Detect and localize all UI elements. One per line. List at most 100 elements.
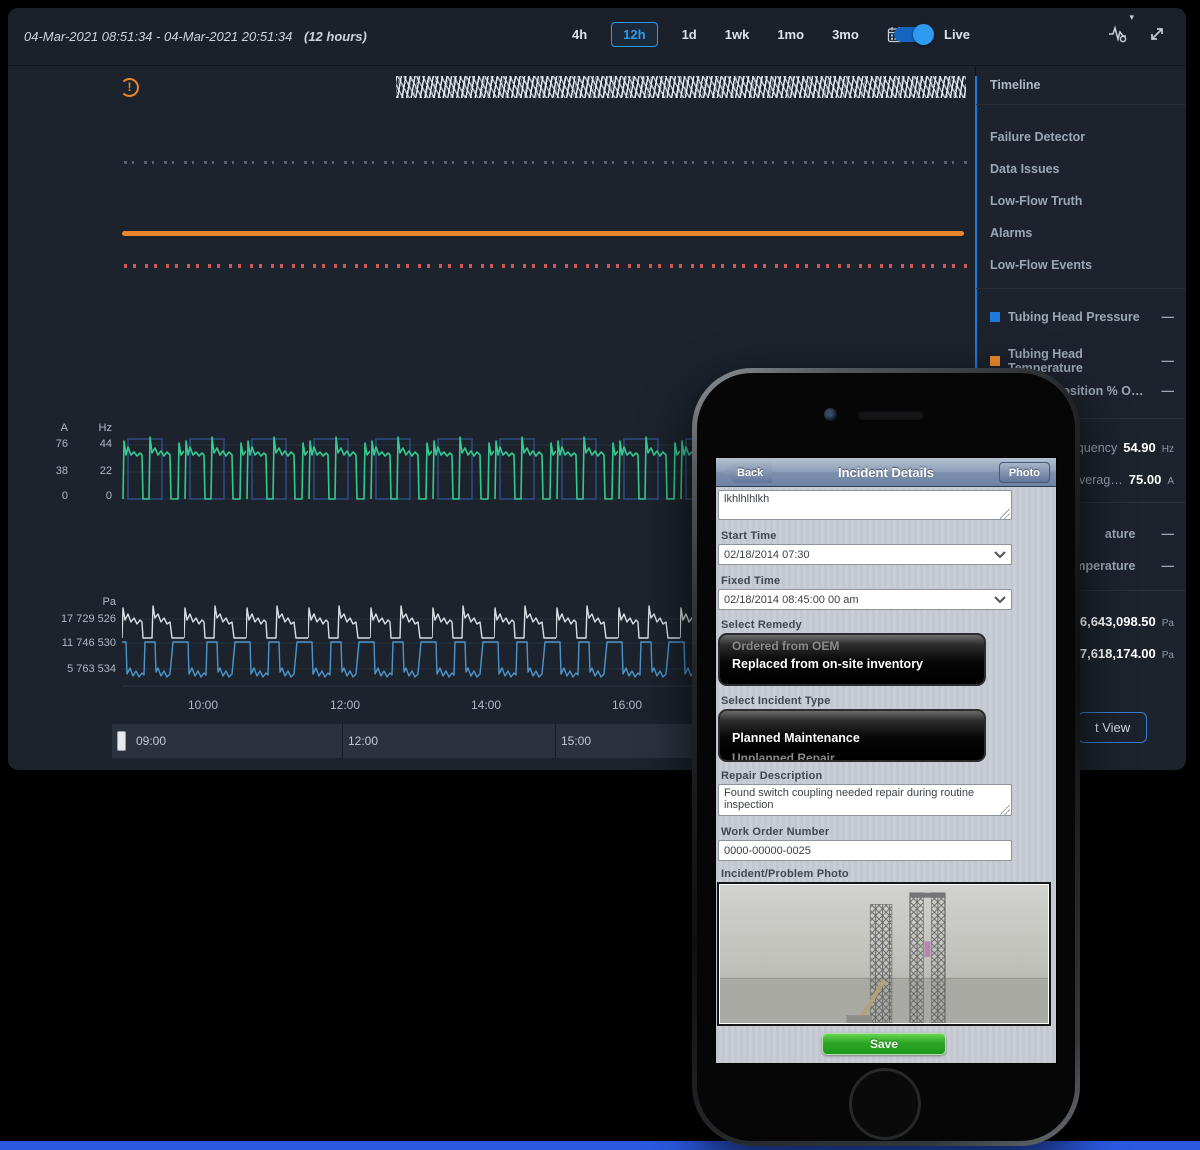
scrollbar-tick: 12:00: [348, 724, 378, 758]
reading-value: 75.00: [1129, 472, 1162, 487]
trend-icon: [1108, 32, 1130, 47]
expand-icon: [1148, 31, 1166, 46]
phone-nav-bar: Back Incident Details Photo: [716, 458, 1056, 487]
divider: [976, 104, 1186, 105]
scrollbar-tick: 15:00: [561, 724, 591, 758]
top-bar: 04-Mar-2021 08:51:34 - 04-Mar-2021 20:51…: [8, 8, 1186, 66]
scrollbar-divider: [555, 724, 556, 758]
freq-axis-title: Hz: [82, 422, 112, 434]
live-control: Live: [894, 27, 970, 42]
range-start-handle[interactable]: [117, 731, 126, 751]
photo-button[interactable]: Photo: [999, 462, 1050, 483]
sidebar-item-alarms[interactable]: Alarms: [990, 226, 1174, 240]
remedy-option-selected[interactable]: Replaced from on-site inventory: [732, 657, 923, 671]
chevron-down-icon[interactable]: [994, 551, 1006, 559]
phone-mockup: Back Incident Details Photo lkhlhlhlkh S…: [692, 368, 1080, 1146]
date-range-text: 04-Mar-2021 08:51:34 - 04-Mar-2021 20:51…: [24, 29, 292, 44]
collapse-icon[interactable]: —: [1162, 384, 1175, 398]
reading-value: 6,643,098.50: [1080, 614, 1156, 629]
top-bar-icons: ▾: [1108, 24, 1166, 44]
pressure-axis-title: Pa: [68, 596, 116, 608]
remedy-option[interactable]: Ordered from OEM: [732, 639, 839, 653]
time-range-button-12h[interactable]: 12h: [611, 22, 657, 47]
notes-textarea[interactable]: lkhlhlhlkh: [718, 490, 1012, 520]
alarms-line: [122, 231, 964, 236]
amp-axis-tick: 38: [36, 465, 68, 477]
time-range-button-1d[interactable]: 1d: [678, 22, 701, 47]
incident-type-option-selected[interactable]: Planned Maintenance: [732, 731, 860, 745]
time-range-button-1wk[interactable]: 1wk: [721, 22, 754, 47]
pressure-axis-tick: 5 763 534: [28, 663, 116, 675]
phone-screen: Back Incident Details Photo lkhlhlhlkh S…: [716, 458, 1056, 1063]
live-toggle-knob: [913, 24, 934, 45]
reading-unit: A: [1167, 476, 1174, 487]
view-button[interactable]: t View: [1078, 712, 1147, 743]
phone-speaker: [858, 410, 924, 419]
collapse-icon[interactable]: —: [1162, 354, 1175, 368]
phone-camera: [824, 408, 837, 421]
select-incident-type-label: Select Incident Type: [721, 695, 831, 707]
time-range-button-3mo[interactable]: 3mo: [828, 22, 863, 47]
legend-tubing-head-pressure[interactable]: Tubing Head Pressure —: [990, 310, 1174, 324]
series-color-swatch: [990, 312, 1000, 322]
timeline-event-band: [396, 76, 966, 98]
date-range-duration: (12 hours): [304, 29, 367, 44]
select-remedy-label: Select Remedy: [721, 619, 802, 631]
start-time-label: Start Time: [721, 530, 777, 542]
sidebar-item-data-issues[interactable]: Data Issues: [990, 162, 1174, 176]
incident-type-option[interactable]: Unplanned Repair: [732, 751, 835, 762]
x-axis-tick: 10:00: [181, 698, 225, 712]
save-button[interactable]: Save: [822, 1033, 946, 1055]
series-color-swatch: [990, 356, 1000, 366]
x-axis-tick: 16:00: [605, 698, 649, 712]
incident-photo[interactable]: [717, 882, 1051, 1026]
pressure-axis-tick: 17 729 526: [28, 613, 116, 625]
collapse-icon[interactable]: —: [1162, 527, 1175, 541]
low-flow-event-markers: [124, 264, 968, 268]
page: 04-Mar-2021 08:51:34 - 04-Mar-2021 20:51…: [0, 0, 1200, 1150]
work-order-label: Work Order Number: [721, 826, 829, 838]
chevron-down-icon[interactable]: [994, 596, 1006, 604]
legend-label: Tubing Head Pressure: [1008, 310, 1140, 324]
remedy-picker[interactable]: Ordered from OEM Replaced from on-site i…: [718, 633, 986, 686]
sidebar-item-low-flow-events[interactable]: Low-Flow Events: [990, 258, 1174, 272]
resize-grip-icon[interactable]: [1000, 805, 1010, 815]
repair-description-label: Repair Description: [721, 770, 822, 782]
x-axis-tick: 14:00: [464, 698, 508, 712]
freq-axis-tick: 22: [82, 465, 112, 477]
scrollbar-tick: 09:00: [136, 724, 166, 758]
work-order-input[interactable]: [718, 840, 1012, 861]
trend-options-button[interactable]: ▾: [1108, 24, 1130, 44]
repair-description-textarea[interactable]: Found switch coupling needed repair duri…: [718, 784, 1012, 816]
sidebar-item-failure-detector[interactable]: Failure Detector: [990, 130, 1174, 144]
resize-grip-icon[interactable]: [1000, 509, 1010, 519]
time-range-button-1mo[interactable]: 1mo: [773, 22, 808, 47]
sidebar-item-low-flow-truth[interactable]: Low-Flow Truth: [990, 194, 1174, 208]
live-toggle[interactable]: [894, 27, 932, 42]
scrollbar-divider: [342, 724, 343, 758]
time-range-button-4h[interactable]: 4h: [568, 22, 591, 47]
amp-axis-tick: 76: [36, 438, 68, 450]
phone-home-button[interactable]: [849, 1068, 921, 1140]
fixed-time-label: Fixed Time: [721, 575, 780, 587]
reading-unit: Pa: [1162, 650, 1174, 661]
reading-unit: Pa: [1162, 618, 1174, 629]
collapse-icon[interactable]: —: [1162, 310, 1175, 324]
incident-type-picker[interactable]: Planned Maintenance Unplanned Repair: [718, 709, 986, 762]
expand-button[interactable]: [1148, 25, 1166, 43]
pressure-axis-tick: 11 746 530: [28, 637, 116, 649]
fixed-time-input[interactable]: [718, 589, 1012, 610]
sidebar-item-timeline[interactable]: Timeline: [990, 78, 1174, 92]
reading-value: 54.90: [1123, 440, 1156, 455]
reading-value: 17,618,174.00: [1073, 646, 1156, 661]
amp-axis-tick: 0: [36, 490, 68, 502]
divider: [976, 288, 1186, 289]
legend-label: ature: [1105, 527, 1136, 541]
offshore-rig-photo: [720, 885, 1048, 1023]
date-range: 04-Mar-2021 08:51:34 - 04-Mar-2021 20:51…: [24, 29, 367, 44]
collapse-icon[interactable]: —: [1162, 559, 1175, 573]
start-time-input[interactable]: [718, 544, 1012, 565]
x-axis-tick: 12:00: [323, 698, 367, 712]
incident-form: lkhlhlhlkh Start Time Fixed Time Select …: [716, 487, 1056, 1063]
incident-photo-label: Incident/Problem Photo: [721, 868, 849, 880]
